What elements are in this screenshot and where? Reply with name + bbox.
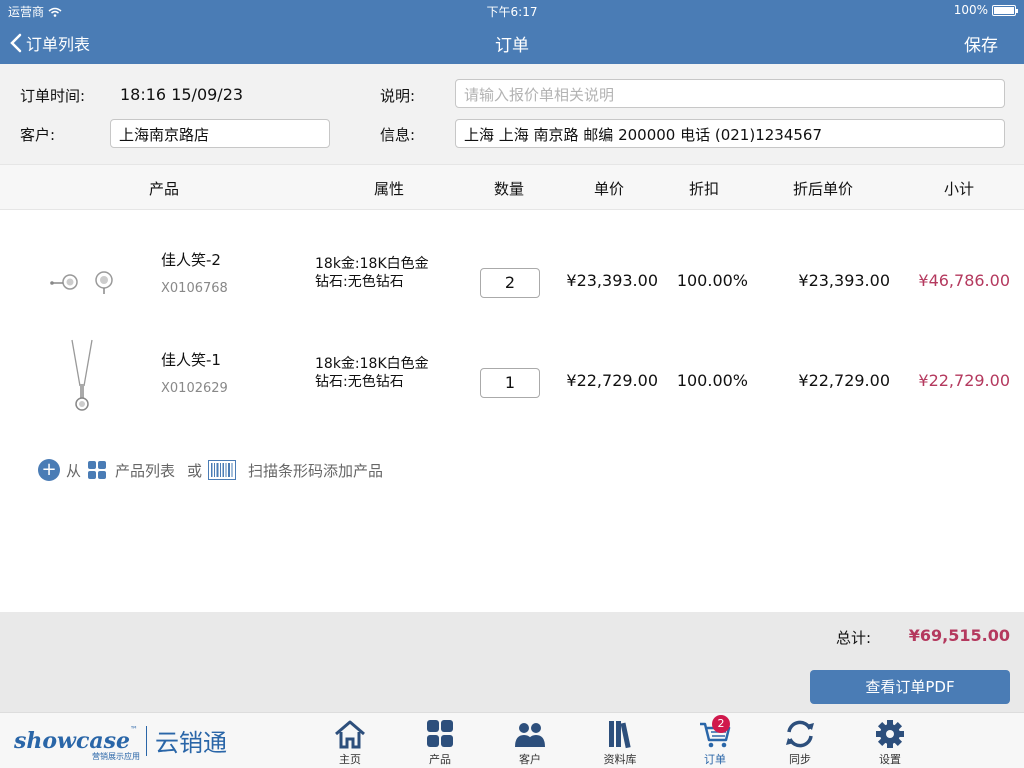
add-product-line: + 从 产品列表 或 扫描条形码添加产品 xyxy=(38,458,383,482)
col-discount: 折扣 xyxy=(689,180,720,198)
product-attributes: 18k金:18K白色金 钻石:无色钻石 xyxy=(315,355,429,391)
battery-icon xyxy=(992,4,1018,16)
total-label: 总计: xyxy=(836,629,872,647)
order-time-value: 18:16 15/09/23 xyxy=(120,85,244,104)
tab-products[interactable]: 产品 xyxy=(410,719,470,767)
scan-barcode-link[interactable]: 扫描条形码添加产品 xyxy=(248,460,383,481)
or-label: 或 xyxy=(187,461,203,480)
brand-chinese: 云销通 xyxy=(155,729,228,757)
grid-icon[interactable] xyxy=(87,460,107,480)
quantity-field[interactable]: 1 xyxy=(480,368,540,398)
attr-diamond: 钻石:无色钻石 xyxy=(315,374,404,390)
brand-trademark: ™ xyxy=(130,725,139,734)
view-pdf-button[interactable]: 查看订单PDF xyxy=(810,670,1010,704)
tab-orders[interactable]: 2 订单 xyxy=(685,715,745,767)
attr-gold: 18k金:18K白色金 xyxy=(315,356,429,372)
necklace-icon xyxy=(40,336,124,420)
note-label: 说明: xyxy=(380,87,416,105)
note-field[interactable]: 请输入报价单相关说明 xyxy=(455,79,1005,108)
earrings-icon xyxy=(40,238,124,322)
tab-sync[interactable]: 同步 xyxy=(770,719,830,767)
table-header: 产品 属性 数量 单价 折扣 折后单价 小计 xyxy=(0,164,1024,210)
brand-logo: showcase ™ 营销展示应用 云销通 xyxy=(14,723,228,761)
order-form: 订单时间: 18:16 15/09/23 客户: 上海南京路店 说明: 请输入报… xyxy=(0,64,1024,164)
gear-icon xyxy=(873,719,907,749)
product-list-link[interactable]: 产品列表 xyxy=(115,460,175,481)
save-button[interactable]: 保存 xyxy=(964,31,998,56)
order-footer: 总计: ¥69,515.00 查看订单PDF xyxy=(0,612,1024,712)
customers-icon xyxy=(513,719,547,749)
brand-subtitle: 营销展示应用 xyxy=(92,752,140,761)
nav-bar: 订单列表 订单 保存 xyxy=(0,20,1024,64)
discount-price: ¥23,393.00 xyxy=(798,271,890,290)
tab-settings[interactable]: 设置 xyxy=(860,719,920,767)
grid-icon xyxy=(423,719,457,749)
discount-price: ¥22,729.00 xyxy=(798,371,890,390)
tab-label: 订单 xyxy=(704,753,726,766)
status-bar: 运营商 下午6:17 100% xyxy=(0,0,1024,20)
product-attributes: 18k金:18K白色金 钻石:无色钻石 xyxy=(315,255,429,291)
status-time: 下午6:17 xyxy=(486,5,538,19)
product-name: 佳人笑-1 xyxy=(161,351,221,369)
total-value: ¥69,515.00 xyxy=(908,626,1010,645)
battery-percent: 100% xyxy=(953,3,988,17)
tab-label: 主页 xyxy=(339,753,361,766)
col-attributes: 属性 xyxy=(374,180,405,198)
tab-label: 同步 xyxy=(789,753,811,766)
customer-label: 客户: xyxy=(20,126,56,144)
tab-label: 资料库 xyxy=(603,753,637,766)
table-row[interactable]: 佳人笑-2 X0106768 18k金:18K白色金 钻石:无色钻石 2 ¥23… xyxy=(0,230,1024,330)
library-icon xyxy=(603,719,637,749)
tab-label: 客户 xyxy=(519,753,541,766)
home-icon xyxy=(333,719,367,749)
customer-field[interactable]: 上海南京路店 xyxy=(110,119,330,148)
sync-icon xyxy=(783,719,817,749)
quantity-field[interactable]: 2 xyxy=(480,268,540,298)
tab-library[interactable]: 资料库 xyxy=(590,719,650,767)
col-unit-price: 单价 xyxy=(594,180,625,198)
tab-home[interactable]: 主页 xyxy=(320,719,380,767)
info-label: 信息: xyxy=(380,126,416,144)
tab-bar: showcase ™ 营销展示应用 云销通 主页 产品 客户 资料库 2 订单 … xyxy=(0,712,1024,768)
brand-logo-text: showcase xyxy=(14,727,131,754)
tab-label: 产品 xyxy=(429,753,451,766)
brand-divider xyxy=(146,725,148,756)
attr-diamond: 钻石:无色钻石 xyxy=(315,274,404,290)
attr-gold: 18k金:18K白色金 xyxy=(315,256,429,272)
cart-icon: 2 xyxy=(698,715,732,749)
battery-info: 100% xyxy=(953,3,1018,17)
tab-label: 设置 xyxy=(879,753,901,766)
info-field[interactable]: 上海 上海 南京路 邮编 200000 电话 (021)1234567 xyxy=(455,119,1005,148)
discount: 100.00% xyxy=(676,371,748,390)
subtotal: ¥22,729.00 xyxy=(918,371,1010,390)
tab-customers[interactable]: 客户 xyxy=(500,719,560,767)
add-from-label: 从 xyxy=(66,461,82,480)
top-bar: 运营商 下午6:17 100% 订单列表 订单 保存 xyxy=(0,0,1024,64)
unit-price: ¥22,729.00 xyxy=(566,371,658,390)
subtotal: ¥46,786.00 xyxy=(918,271,1010,290)
unit-price: ¥23,393.00 xyxy=(566,271,658,290)
plus-icon[interactable]: + xyxy=(38,459,60,481)
page-title: 订单 xyxy=(495,36,529,56)
col-product: 产品 xyxy=(149,180,180,198)
col-quantity: 数量 xyxy=(494,180,525,198)
col-subtotal: 小计 xyxy=(944,180,975,198)
barcode-icon[interactable] xyxy=(208,460,237,480)
product-name: 佳人笑-2 xyxy=(161,251,221,269)
product-sku: X0106768 xyxy=(161,281,228,296)
product-sku: X0102629 xyxy=(161,381,228,396)
order-time-label: 订单时间: xyxy=(20,87,86,105)
table-row[interactable]: 佳人笑-1 X0102629 18k金:18K白色金 钻石:无色钻石 1 ¥22… xyxy=(0,330,1024,430)
discount: 100.00% xyxy=(676,271,748,290)
col-discount-price: 折后单价 xyxy=(793,180,854,198)
order-count-badge: 2 xyxy=(712,715,730,733)
